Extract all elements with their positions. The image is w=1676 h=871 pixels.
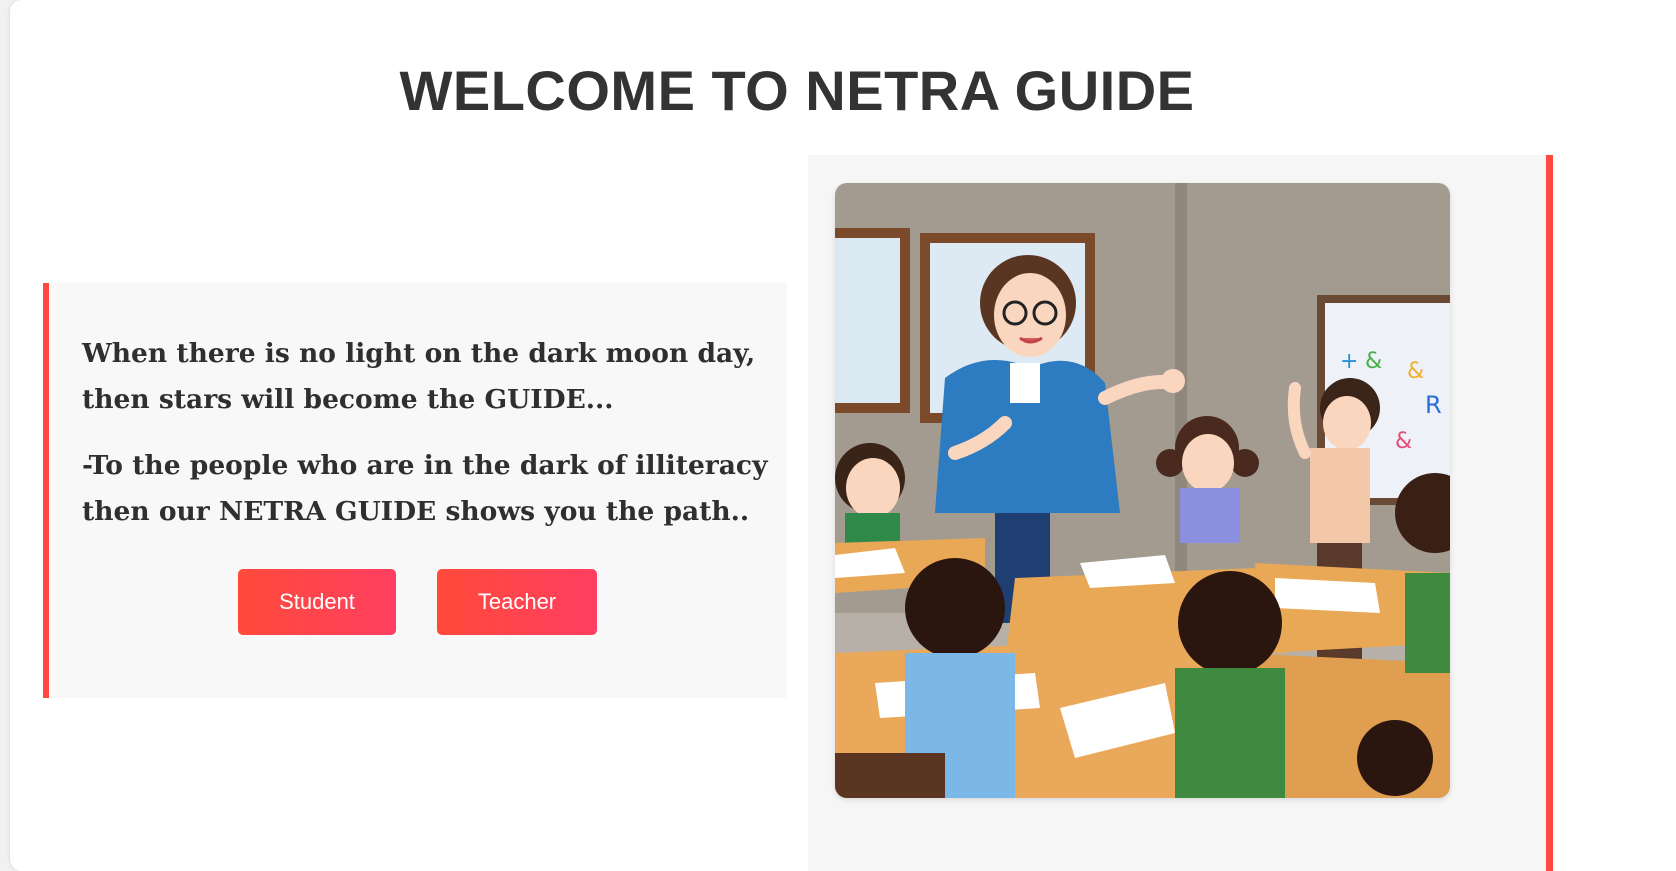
student-button[interactable]: Student (238, 569, 396, 635)
classroom-illustration: + & & R & (835, 183, 1450, 798)
page-title: WELCOME TO NETRA GUIDE (399, 59, 1195, 122)
intro-line-2: then stars will become the GUIDE... (82, 384, 614, 415)
svg-text:+: + (1340, 349, 1358, 374)
svg-text:R: R (1425, 391, 1442, 419)
intro-line-1: When there is no light on the dark moon … (82, 338, 756, 369)
intro-line-4: then our NETRA GUIDE shows you the path.… (82, 496, 750, 527)
svg-text:&: & (1395, 429, 1412, 454)
intro-quote-first: When there is no light on the dark moon … (82, 331, 755, 423)
intro-line-3: -To the people who are in the dark of il… (82, 450, 768, 481)
intro-quote-box: When there is no light on the dark moon … (43, 283, 787, 698)
intro-quote-second: -To the people who are in the dark of il… (82, 443, 767, 535)
svg-text:&: & (1407, 359, 1424, 384)
svg-text:&: & (1365, 349, 1382, 374)
classroom-illustration-graphic: + & & R & (835, 183, 1450, 798)
teacher-button[interactable]: Teacher (437, 569, 597, 635)
right-accent-bar (1546, 155, 1553, 871)
